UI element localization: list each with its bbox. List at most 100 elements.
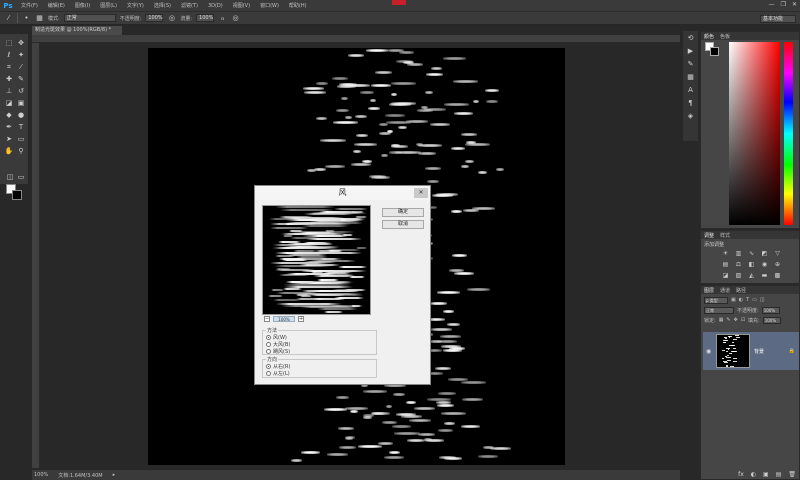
zoom-level[interactable]: 100% xyxy=(34,472,48,478)
3d-icon[interactable]: ◈ xyxy=(683,109,698,122)
layer-kind-filter[interactable]: ρ 类型 xyxy=(704,296,728,304)
menu-image[interactable]: 图像(I) xyxy=(70,2,95,9)
layer-opacity-field[interactable]: 100% xyxy=(761,306,780,314)
brush-size-icon[interactable]: • xyxy=(22,14,31,23)
history-icon[interactable]: ⟲ xyxy=(683,31,698,44)
photo-filter-icon[interactable]: ◉ xyxy=(760,260,769,268)
filter-preview[interactable] xyxy=(262,205,371,315)
menu-type[interactable]: 文字(Y) xyxy=(122,2,149,9)
status-arrow-icon[interactable]: ▸ xyxy=(113,472,116,478)
zoom-tool-icon[interactable]: ⚲ xyxy=(16,146,26,156)
group-icon[interactable]: ▣ xyxy=(763,471,769,478)
visibility-eye-icon[interactable]: ◉ xyxy=(706,348,712,355)
new-layer-icon[interactable]: ▤ xyxy=(776,471,782,478)
type-tool-icon[interactable]: T xyxy=(16,122,26,132)
color-balance-icon[interactable]: ⚖ xyxy=(734,260,743,268)
lock-all-icon[interactable]: ⊡ xyxy=(741,317,745,323)
curves-icon[interactable]: ∿ xyxy=(747,249,756,257)
actions-icon[interactable]: ▶ xyxy=(683,44,698,57)
quick-mask-icon[interactable]: ◫ xyxy=(5,172,15,182)
hand-tool-icon[interactable]: ✋ xyxy=(4,146,14,156)
fill-field[interactable]: 100% xyxy=(762,316,781,324)
black-white-icon[interactable]: ◧ xyxy=(747,260,756,268)
blend-mode-dropdown[interactable]: 正常 xyxy=(704,306,734,314)
posterize-icon[interactable]: ▨ xyxy=(734,271,743,279)
hue-saturation-icon[interactable]: ▤ xyxy=(721,260,730,268)
filter-adjust-icon[interactable]: ◐ xyxy=(739,297,743,303)
filter-smart-icon[interactable]: ◫ xyxy=(760,297,765,303)
crop-tool-icon[interactable]: ⌗ xyxy=(4,62,14,72)
opacity-field[interactable]: 100% xyxy=(145,14,164,22)
background-color-swatch[interactable] xyxy=(710,47,719,56)
cancel-button[interactable]: 取消 xyxy=(382,220,424,229)
swatches-icon[interactable]: ▦ xyxy=(683,70,698,83)
radio-checked[interactable] xyxy=(266,334,271,340)
move-tool-icon[interactable]: ✥ xyxy=(16,38,26,48)
tab-styles[interactable]: 样式 xyxy=(720,232,730,239)
lock-move-icon[interactable]: ✥ xyxy=(734,317,738,323)
adjustment-layer-icon[interactable]: ◐ xyxy=(751,471,756,478)
gradient-map-icon[interactable]: ▬ xyxy=(760,271,769,279)
radio[interactable] xyxy=(266,370,271,376)
gradient-tool-icon[interactable]: ▣ xyxy=(16,98,26,108)
method-blast[interactable]: 大风(B) xyxy=(266,341,373,348)
lock-paint-icon[interactable]: ✎ xyxy=(726,317,730,323)
history-brush-icon[interactable]: ↺ xyxy=(16,86,26,96)
radio[interactable] xyxy=(266,348,271,354)
mode-dropdown[interactable]: 正常 xyxy=(63,14,116,22)
menu-edit[interactable]: 编辑(E) xyxy=(43,2,70,9)
screen-mode-icon[interactable]: ▭ xyxy=(16,172,26,182)
method-wind[interactable]: 风(W) xyxy=(266,334,373,341)
tab-channels[interactable]: 通道 xyxy=(720,287,730,294)
trash-icon[interactable]: 🗑 xyxy=(788,471,796,478)
tab-paths[interactable]: 路径 xyxy=(736,287,746,294)
brush-preset-icon[interactable]: ⁄ xyxy=(4,14,13,23)
menu-3d[interactable]: 3D(D) xyxy=(203,3,228,9)
character-icon[interactable]: A xyxy=(683,83,698,96)
tab-swatches[interactable]: 色板 xyxy=(720,33,730,40)
menu-window[interactable]: 窗口(W) xyxy=(255,2,284,9)
levels-icon[interactable]: ▥ xyxy=(734,249,743,257)
radio-checked[interactable] xyxy=(266,363,271,369)
menu-file[interactable]: 文件(F) xyxy=(16,2,43,9)
magic-wand-icon[interactable]: ✦ xyxy=(16,50,26,60)
brush-tool-icon[interactable]: ✎ xyxy=(16,74,26,84)
shape-tool-icon[interactable]: ▭ xyxy=(16,134,26,144)
layer-row-background[interactable]: ◉ 背景 🔒 xyxy=(703,332,799,370)
restore-icon[interactable]: ❐ xyxy=(781,1,786,8)
selective-color-icon[interactable]: ▩ xyxy=(773,271,782,279)
dodge-tool-icon[interactable]: ● xyxy=(16,110,26,120)
menu-view[interactable]: 视图(V) xyxy=(228,2,255,9)
eraser-tool-icon[interactable]: ◪ xyxy=(4,98,14,108)
lasso-tool-icon[interactable]: ℓ xyxy=(4,50,14,60)
menu-filter[interactable]: 滤镜(T) xyxy=(176,2,203,9)
eyedropper-icon[interactable]: ⁄ xyxy=(16,62,26,72)
ok-button[interactable]: 确定 xyxy=(382,208,424,217)
dialog-close-button[interactable]: ✕ xyxy=(414,188,428,198)
zoom-out-button[interactable]: − xyxy=(264,316,270,322)
zoom-in-button[interactable]: + xyxy=(298,316,304,322)
brush-icon[interactable]: ✎ xyxy=(683,57,698,70)
lock-pixels-icon[interactable]: ▦ xyxy=(719,317,724,323)
menu-select[interactable]: 选择(S) xyxy=(149,2,176,9)
tab-color[interactable]: 颜色 xyxy=(704,33,714,40)
color-field[interactable] xyxy=(729,42,780,225)
blur-tool-icon[interactable]: ◆ xyxy=(4,110,14,120)
filter-type-icon[interactable]: T xyxy=(746,297,749,303)
flow-field[interactable]: 100% xyxy=(196,14,215,22)
airbrush-icon[interactable]: ℴ xyxy=(218,14,227,23)
direction-right[interactable]: 从右(R) xyxy=(266,363,373,370)
threshold-icon[interactable]: ◭ xyxy=(747,271,756,279)
paragraph-icon[interactable]: ¶ xyxy=(683,96,698,109)
filter-pixel-icon[interactable]: ▣ xyxy=(731,297,736,303)
exposure-icon[interactable]: ◩ xyxy=(760,249,769,257)
document-tab[interactable]: 制造光斑效果 @ 100%(RGB/8) * xyxy=(32,26,122,35)
close-icon[interactable]: ✕ xyxy=(792,1,797,8)
brush-panel-icon[interactable]: ▦ xyxy=(35,14,44,23)
radio[interactable] xyxy=(266,341,271,347)
hue-slider[interactable] xyxy=(784,42,793,225)
tab-adjustments[interactable]: 调整 xyxy=(704,232,714,239)
pen-tool-icon[interactable]: ✒ xyxy=(4,122,14,132)
vibrance-icon[interactable]: ▽ xyxy=(773,249,782,257)
brightness-icon[interactable]: ☀ xyxy=(721,249,730,257)
